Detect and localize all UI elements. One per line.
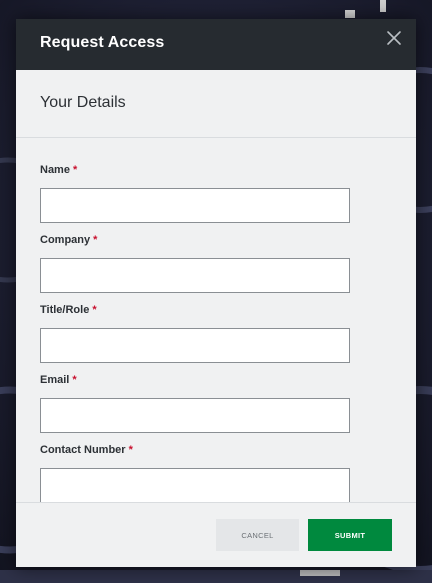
submit-button[interactable]: SUBMIT (308, 519, 392, 551)
dialog-footer: CANCEL SUBMIT (16, 502, 416, 567)
dialog-header: Request Access (16, 19, 416, 70)
email-field-group: Email * (40, 373, 350, 433)
contact-number-field-group: Contact Number * (40, 443, 350, 502)
form-body[interactable]: Name * Company * Title/Role * Email * Contac… (16, 138, 416, 502)
close-button[interactable] (386, 30, 402, 46)
required-marker: * (72, 164, 78, 176)
required-marker: * (92, 304, 97, 316)
name-input[interactable] (40, 188, 350, 223)
title-role-label: Title/Role * (40, 304, 97, 316)
required-marker: * (128, 444, 133, 456)
title-role-field-group: Title/Role * (40, 303, 350, 363)
company-label: Company * (40, 234, 98, 246)
contact-number-label: Contact Number * (40, 444, 133, 456)
required-marker: * (93, 234, 98, 246)
section-title: Your Details (40, 94, 126, 111)
close-icon (387, 31, 401, 45)
required-marker: * (72, 374, 77, 386)
company-field-group: Company * (40, 233, 350, 293)
email-input[interactable] (40, 398, 350, 433)
company-input[interactable] (40, 258, 350, 293)
request-access-dialog: Request Access Your Details Name * Compan… (16, 19, 416, 567)
dialog-title: Request Access (40, 34, 165, 51)
cancel-button[interactable]: CANCEL (216, 519, 299, 551)
title-role-input[interactable] (40, 328, 350, 363)
contact-number-input[interactable] (40, 468, 350, 502)
name-field-group: Name * (40, 163, 350, 223)
email-label: Email * (40, 374, 77, 386)
name-label: Name * (40, 164, 78, 176)
section-header: Your Details (16, 70, 416, 138)
